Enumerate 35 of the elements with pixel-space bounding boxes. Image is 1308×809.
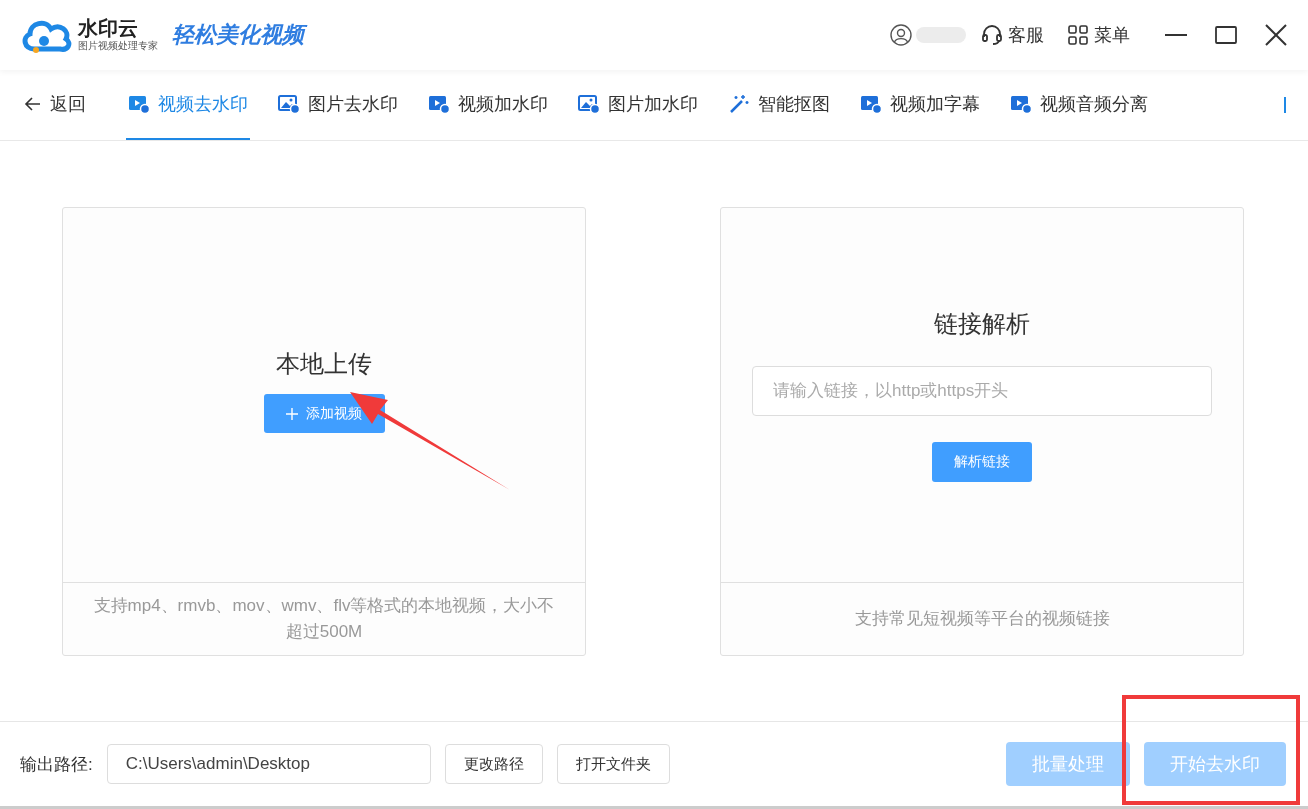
- footer-button[interactable]: 打开文件夹: [556, 744, 670, 784]
- headset-icon: [980, 23, 1004, 47]
- image-icon: [278, 93, 300, 115]
- nav-tab[interactable]: 视频加字幕: [858, 70, 982, 140]
- output-path-label: 输出路径:: [20, 753, 93, 776]
- nav-tab[interactable]: 图片加水印: [576, 70, 700, 140]
- close-icon[interactable]: [1264, 23, 1288, 47]
- image-icon: [578, 93, 600, 115]
- customer-service-button[interactable]: 客服: [980, 23, 1044, 47]
- menu-button[interactable]: 菜单: [1066, 23, 1130, 47]
- nav-tab[interactable]: 视频音频分离: [1008, 70, 1150, 140]
- footer-button[interactable]: 更改路径: [444, 744, 543, 784]
- maximize-icon[interactable]: [1214, 23, 1238, 47]
- platform-note: 支持常见短视频等平台的视频链接: [854, 608, 1110, 630]
- nav-tab[interactable]: 图片去水印: [276, 70, 400, 140]
- plus-icon: [286, 407, 298, 420]
- link-input-field[interactable]: 请输入链接，以http或https开头: [752, 366, 1212, 416]
- nav-tab[interactable]: 视频加水印: [426, 70, 550, 140]
- card-title: 本地上传: [276, 349, 372, 379]
- back-button[interactable]: 返回: [22, 70, 88, 140]
- magic-wand-icon: [728, 93, 750, 115]
- card-title: 链接解析: [934, 309, 1030, 339]
- format-note: 支持mp4、rmvb、mov、wmv、flv等格式的本地视频，大小不超过500M: [93, 595, 555, 643]
- output-path-field[interactable]: C:\Users\admin\Desktop: [106, 744, 431, 784]
- back-arrow-icon: [24, 95, 42, 113]
- nav-tab[interactable]: 视频去水印: [126, 70, 250, 140]
- grid-icon: [1066, 23, 1090, 47]
- brand-name: 水印云: [78, 17, 139, 39]
- brand-subtitle: 图片视频处理专家: [78, 39, 158, 53]
- video-icon: [428, 93, 450, 115]
- user-avatar-icon[interactable]: [890, 24, 912, 46]
- video-icon: [860, 93, 882, 115]
- video-icon: [128, 93, 150, 115]
- nav-tab[interactable]: 智能抠图: [726, 70, 832, 140]
- video-icon: [1010, 93, 1032, 115]
